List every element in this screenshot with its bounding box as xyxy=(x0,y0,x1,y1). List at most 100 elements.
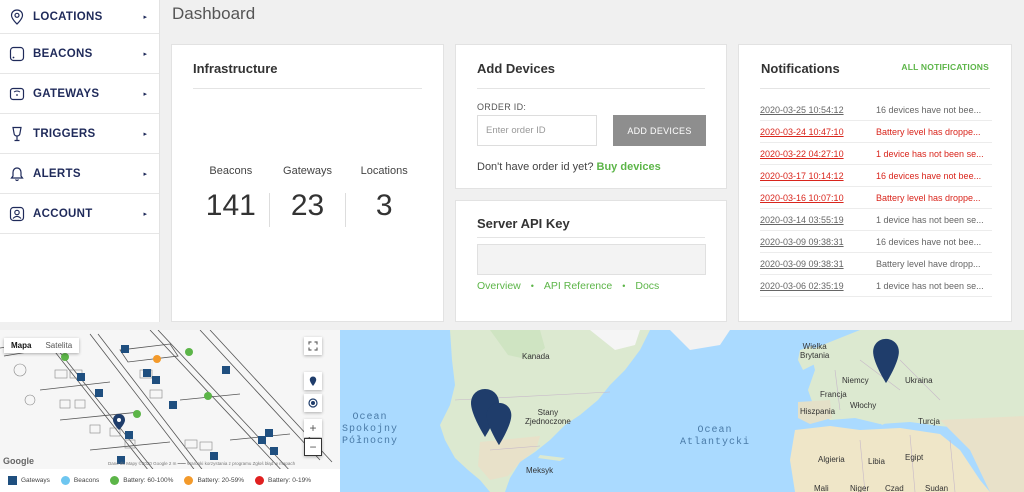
caret-right-icon: ▸ xyxy=(143,13,147,21)
add-devices-button[interactable]: ADD DEVICES xyxy=(613,115,706,146)
legend-item: Battery: 60-100% xyxy=(110,476,173,485)
stat-gateways: Gateways 23 xyxy=(270,165,346,227)
buy-devices-link[interactable]: Buy devices xyxy=(597,161,661,173)
tab-satelita[interactable]: Satelita xyxy=(38,338,79,353)
country-label: Ukraina xyxy=(905,376,933,385)
sidebar-item-locations[interactable]: LOCATIONS ▸ xyxy=(0,0,159,34)
location-pin-icon[interactable] xyxy=(304,372,322,390)
notification-list: 2020-03-25 10:54:12 16 devices have not b… xyxy=(760,99,992,297)
country-label: Niemcy xyxy=(842,376,869,385)
legend-label: Battery: 60-100% xyxy=(123,477,174,484)
notification-row[interactable]: 2020-03-24 10:47:10 Battery level has dro… xyxy=(760,121,992,143)
order-hint: Don't have order id yet? Buy devices xyxy=(477,161,661,173)
card-title: Server API Key xyxy=(477,216,570,231)
country-label: Algieria xyxy=(818,455,845,464)
notification-time[interactable]: 2020-03-25 10:54:12 xyxy=(760,105,876,115)
map-type-tabs: Mapa Satelita xyxy=(4,338,80,353)
country-label: Turcja xyxy=(918,417,940,426)
notification-row[interactable]: 2020-03-09 09:38:31 16 devices have not b… xyxy=(760,231,992,253)
api-reference-link[interactable]: API Reference xyxy=(544,280,612,292)
notification-message: 1 device has not been se... xyxy=(876,148,984,159)
legend-swatch xyxy=(110,476,120,485)
sidebar-item-label: GATEWAYS xyxy=(33,87,100,100)
notification-row[interactable]: 2020-03-14 03:55:19 1 device has not been… xyxy=(760,209,992,231)
notification-row[interactable]: 2020-03-16 10:07:10 Battery level has dro… xyxy=(760,187,992,209)
country-label: Libia xyxy=(868,457,885,466)
caret-right-icon: ▸ xyxy=(143,50,147,58)
notification-row[interactable]: 2020-03-25 10:54:12 16 devices have not b… xyxy=(760,99,992,121)
legend-item: Battery: 0-19% xyxy=(255,476,311,485)
sidebar-item-triggers[interactable]: TRIGGERS ▸ xyxy=(0,114,159,154)
notification-time[interactable]: 2020-03-14 03:55:19 xyxy=(760,215,876,225)
fullscreen-icon[interactable] xyxy=(304,337,322,355)
order-id-input[interactable] xyxy=(477,115,597,146)
floor-plan-drawing xyxy=(0,330,340,492)
legend-swatch xyxy=(184,476,194,485)
overview-link[interactable]: Overview xyxy=(477,280,521,292)
sidebar-item-label: ALERTS xyxy=(33,167,81,180)
floor-map[interactable] xyxy=(0,330,340,492)
notification-time[interactable]: 2020-03-17 10:14:12 xyxy=(760,171,876,181)
notification-message: Battery level has droppe... xyxy=(876,126,981,137)
location-marker[interactable] xyxy=(485,402,513,446)
sidebar-item-account[interactable]: ACCOUNT ▸ xyxy=(0,194,159,234)
country-label: Wielka Brytania xyxy=(800,342,830,360)
world-map[interactable]: Kanada Stany Zjednoczone Meksyk Wielka B… xyxy=(340,330,1024,492)
all-notifications-link[interactable]: ALL NOTIFICATIONS xyxy=(901,62,989,72)
country-label: Sudan xyxy=(925,484,949,492)
notification-message: 1 device has not been se... xyxy=(876,280,984,291)
docs-link[interactable]: Docs xyxy=(635,280,659,292)
legend-item: Battery: 20-59% xyxy=(184,476,244,485)
legend-item: Beacons xyxy=(60,476,100,485)
sidebar-item-gateways[interactable]: GATEWAYS ▸ xyxy=(0,74,159,114)
map-legend: Gateways Beacons Battery: 60-100% Battery: … xyxy=(0,469,340,492)
notification-row[interactable]: 2020-03-09 09:38:31 Battery level have dr… xyxy=(760,253,992,275)
stat-value: 23 xyxy=(290,189,325,222)
notification-time[interactable]: 2020-03-22 04:27:10 xyxy=(760,149,876,159)
notification-time[interactable]: 2020-03-09 09:38:31 xyxy=(760,237,876,247)
caret-right-icon: ▸ xyxy=(143,130,147,138)
country-label: Włochy xyxy=(850,401,877,410)
country-label: Kanada xyxy=(522,352,550,361)
notification-time[interactable]: 2020-03-09 09:38:31 xyxy=(760,259,876,269)
divider xyxy=(477,237,705,238)
notification-message: 1 device has not been se... xyxy=(876,214,984,225)
zoom-out-icon[interactable]: − xyxy=(304,438,322,456)
separator-dot: • xyxy=(530,281,534,291)
sidebar-item-beacons[interactable]: BEACONS ▸ xyxy=(0,34,159,74)
zoom-in-icon[interactable]: + xyxy=(304,419,322,437)
notification-time[interactable]: 2020-03-24 10:47:10 xyxy=(760,127,876,137)
order-id-label: ORDER ID: xyxy=(477,102,527,112)
notification-row[interactable]: 2020-03-17 10:14:12 16 devices have not b… xyxy=(760,165,992,187)
card-title: Infrastructure xyxy=(193,61,278,76)
server-api-key-card: Server API Key Overview • API Reference … xyxy=(455,200,727,322)
api-key-field[interactable] xyxy=(477,244,706,275)
sidebar-item-alerts[interactable]: ALERTS ▸ xyxy=(0,154,159,194)
caret-right-icon: ▸ xyxy=(143,90,147,98)
map-credit: Dane do Mapy ©2020 Google 2 m ━━━ Warunk… xyxy=(108,461,296,466)
notification-row[interactable]: 2020-03-22 04:27:10 1 device has not been… xyxy=(760,143,992,165)
sidebar: LOCATIONS ▸ BEACONS ▸ GATEWAYS ▸ TRIGGER… xyxy=(0,0,160,322)
google-logo: Google xyxy=(3,456,34,466)
legend-swatch xyxy=(8,476,17,485)
notification-message: 16 devices have not bee... xyxy=(876,104,982,115)
notification-row[interactable]: 2020-03-06 02:35:19 1 device has not been… xyxy=(760,275,992,297)
country-label: Egipt xyxy=(905,453,924,462)
tab-mapa[interactable]: Mapa xyxy=(4,338,38,353)
notification-time[interactable]: 2020-03-16 10:07:10 xyxy=(760,193,876,203)
location-marker[interactable] xyxy=(872,338,900,384)
country-label: Stany Zjednoczone xyxy=(525,408,571,426)
stat-locations: Locations 3 xyxy=(346,165,422,227)
separator-dot: • xyxy=(622,281,626,291)
notification-time[interactable]: 2020-03-06 02:35:19 xyxy=(760,281,876,291)
sidebar-item-label: BEACONS xyxy=(33,47,93,60)
ocean-label: Ocean Spokojny Północny xyxy=(342,412,399,447)
infrastructure-card: Infrastructure Beacons 141 Gateways 23 L… xyxy=(171,44,444,322)
legend-label: Beacons xyxy=(73,477,100,484)
notifications-card: Notifications ALL NOTIFICATIONS 2020-03-… xyxy=(738,44,1012,322)
country-label: Czad xyxy=(885,484,904,492)
stat-value: 3 xyxy=(375,189,393,222)
legend-swatch xyxy=(255,476,265,485)
stat-label: Beacons xyxy=(209,165,253,177)
my-location-icon[interactable] xyxy=(304,394,322,412)
